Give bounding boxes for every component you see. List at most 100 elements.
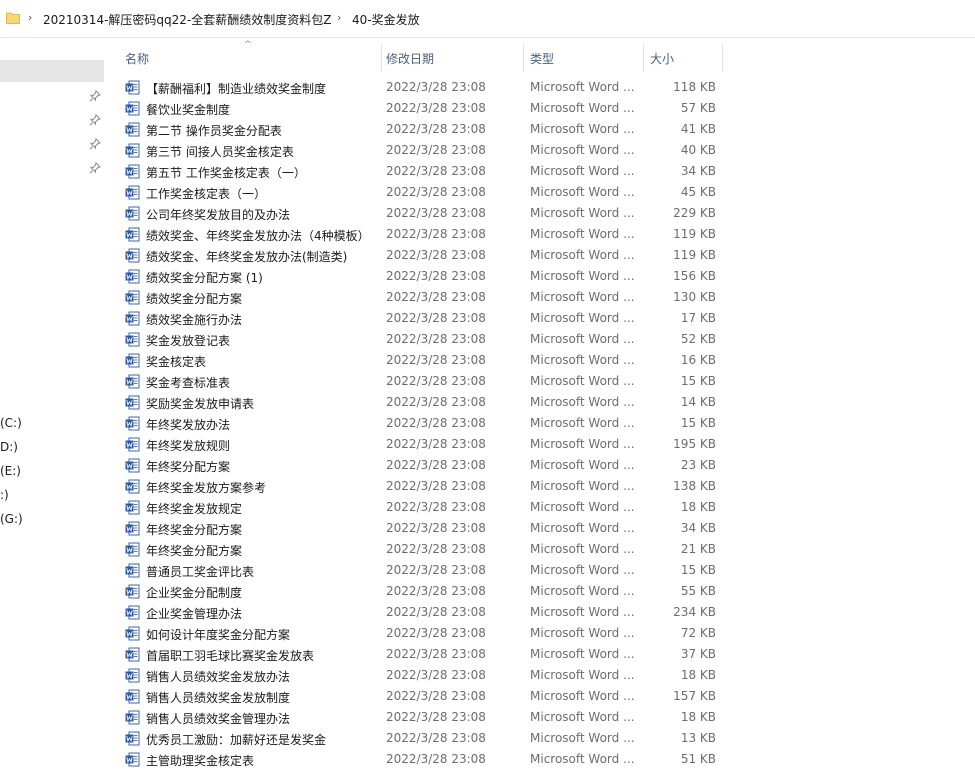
file-row[interactable]: 年终奖金发放规定 2022/3/28 23:08 Microsoft Word ..… [120,497,722,518]
column-divider[interactable] [643,44,644,72]
file-type: Microsoft Word ... [530,248,635,262]
file-row[interactable]: 奖励奖金发放申请表 2022/3/28 23:08 Microsoft Word .… [120,392,722,413]
file-size: 18 KB [680,668,716,682]
file-name: 年终奖发放办法 [146,418,231,432]
file-date: 2022/3/28 23:08 [386,731,486,745]
nav-item-selected[interactable] [0,60,104,82]
file-size: 16 KB [680,353,716,367]
file-name: 主管助理奖金核定表 [146,754,255,768]
file-list-pane: ^ 名称 修改日期 类型 大小 【薪酬福利】制造业绩效奖金制度 2022/3/28… [104,38,975,780]
file-type: Microsoft Word ... [530,647,635,661]
file-name: 【薪酬福利】制造业绩效奖金制度 [146,82,327,96]
file-row[interactable]: 第五节 工作奖金核定表（一） 2022/3/28 23:08 Microsoft W… [120,161,722,182]
file-row[interactable]: 年终奖发放办法 2022/3/28 23:08 Microsoft Word ...… [120,413,722,434]
file-row[interactable]: 年终奖金分配方案 2022/3/28 23:08 Microsoft Word ..… [120,539,722,560]
file-size: 37 KB [680,647,716,661]
file-type: Microsoft Word ... [530,395,635,409]
file-row[interactable]: 优秀员工激励：加薪好还是发奖金 2022/3/28 23:08 Microsoft … [120,728,722,749]
file-date: 2022/3/28 23:08 [386,479,486,493]
address-bar[interactable]: › 20210314-解压密码qq22-全套薪酬绩效制度资料包Z › 40-奖金… [0,0,975,38]
file-row[interactable]: 如何设计年度奖金分配方案 2022/3/28 23:08 Microsoft Wor… [120,623,722,644]
file-row[interactable]: 工作奖金核定表（一） 2022/3/28 23:08 Microsoft Word … [120,182,722,203]
file-name: 年终奖发放规则 [146,439,231,453]
file-size: 15 KB [680,416,716,430]
file-row[interactable]: 公司年终奖发放目的及办法 2022/3/28 23:08 Microsoft Wor… [120,203,722,224]
word-document-icon [125,290,140,305]
file-row[interactable]: 年终奖金分配方案 2022/3/28 23:08 Microsoft Word ..… [120,518,722,539]
file-name: 企业奖金管理办法 [146,607,243,621]
file-type: Microsoft Word ... [530,479,635,493]
column-header-date[interactable]: 修改日期 [386,50,434,67]
file-row[interactable]: 年终奖发放规则 2022/3/28 23:08 Microsoft Word ...… [120,434,722,455]
file-name: 普通员工奖金评比表 [146,565,255,579]
file-row[interactable]: 第三节 间接人员奖金核定表 2022/3/28 23:08 Microsoft Wo… [120,140,722,161]
breadcrumb-item-current[interactable]: 40-奖金发放 [352,11,420,28]
file-type: Microsoft Word ... [530,332,635,346]
word-document-icon [125,689,140,704]
pin-icon[interactable] [89,162,101,174]
file-name: 年终奖金发放方案参考 [146,481,267,495]
file-name: 首届职工羽毛球比赛奖金发放表 [146,649,315,663]
nav-drive-e[interactable]: (E:) [0,464,21,478]
word-document-icon [125,164,140,179]
word-document-icon [125,185,140,200]
column-divider[interactable] [722,44,723,72]
file-row[interactable]: 销售人员绩效奖金管理办法 2022/3/28 23:08 Microsoft Wor… [120,707,722,728]
file-name: 奖金发放登记表 [146,334,231,348]
file-size: 18 KB [680,500,716,514]
column-header-name[interactable]: 名称 [125,50,149,67]
file-row[interactable]: 绩效奖金施行办法 2022/3/28 23:08 Microsoft Word ..… [120,308,722,329]
file-row[interactable]: 绩效奖金、年终奖金发放办法(制造类) 2022/3/28 23:08 Microso… [120,245,722,266]
file-type: Microsoft Word ... [530,437,635,451]
pin-icon[interactable] [89,90,101,102]
file-type: Microsoft Word ... [530,143,635,157]
nav-drive-g[interactable]: (G:) [0,512,23,526]
column-header-size[interactable]: 大小 [650,50,674,67]
file-row[interactable]: 年终奖分配方案 2022/3/28 23:08 Microsoft Word ...… [120,455,722,476]
file-size: 57 KB [680,101,716,115]
file-type: Microsoft Word ... [530,500,635,514]
file-size: 34 KB [680,521,716,535]
file-name: 工作奖金核定表（一） [146,187,267,201]
word-document-icon [125,269,140,284]
file-row[interactable]: 绩效奖金分配方案 2022/3/28 23:08 Microsoft Word ..… [120,287,722,308]
file-size: 229 KB [673,206,716,220]
breadcrumb-item-parent[interactable]: 20210314-解压密码qq22-全套薪酬绩效制度资料包Z [43,11,331,28]
chevron-right-icon[interactable]: › [28,11,32,24]
file-row[interactable]: 企业奖金分配制度 2022/3/28 23:08 Microsoft Word ..… [120,581,722,602]
file-row[interactable]: 销售人员绩效奖金发放制度 2022/3/28 23:08 Microsoft Wor… [120,686,722,707]
file-row[interactable]: 绩效奖金分配方案 (1) 2022/3/28 23:08 Microsoft Wor… [120,266,722,287]
column-divider[interactable] [523,44,524,72]
nav-drive-c[interactable]: (C:) [0,416,22,430]
file-name: 第三节 间接人员奖金核定表 [146,145,294,159]
file-row[interactable]: 年终奖金发放方案参考 2022/3/28 23:08 Microsoft Word … [120,476,722,497]
file-row[interactable]: 餐饮业奖金制度 2022/3/28 23:08 Microsoft Word ...… [120,98,722,119]
file-row[interactable]: 销售人员绩效奖金发放办法 2022/3/28 23:08 Microsoft Wor… [120,665,722,686]
file-size: 234 KB [673,605,716,619]
file-row[interactable]: 绩效奖金、年终奖金发放办法（4种模板） 2022/3/28 23:08 Micros… [120,224,722,245]
file-row[interactable]: 企业奖金管理办法 2022/3/28 23:08 Microsoft Word ..… [120,602,722,623]
sort-ascending-icon: ^ [244,40,252,50]
file-row[interactable]: 第二节 操作员奖金分配表 2022/3/28 23:08 Microsoft Wor… [120,119,722,140]
file-row[interactable]: 奖金考查标准表 2022/3/28 23:08 Microsoft Word ...… [120,371,722,392]
file-type: Microsoft Word ... [530,731,635,745]
nav-drive-d[interactable]: D:) [0,440,18,454]
file-type: Microsoft Word ... [530,563,635,577]
file-row[interactable]: 奖金核定表 2022/3/28 23:08 Microsoft Word ... 16… [120,350,722,371]
column-divider[interactable] [381,44,382,72]
pin-icon[interactable] [89,138,101,150]
pin-icon[interactable] [89,114,101,126]
file-size: 23 KB [680,458,716,472]
file-row[interactable]: 首届职工羽毛球比赛奖金发放表 2022/3/28 23:08 Microsoft W… [120,644,722,665]
file-row[interactable]: 【薪酬福利】制造业绩效奖金制度 2022/3/28 23:08 Microsoft … [120,77,722,98]
column-header-type[interactable]: 类型 [530,50,554,67]
nav-drive-f[interactable]: :) [0,488,9,502]
file-name: 第二节 操作员奖金分配表 [146,124,282,138]
file-date: 2022/3/28 23:08 [386,689,486,703]
file-size: 119 KB [673,227,716,241]
file-row[interactable]: 普通员工奖金评比表 2022/3/28 23:08 Microsoft Word .… [120,560,722,581]
chevron-right-icon[interactable]: › [337,11,341,24]
file-row[interactable]: 主管助理奖金核定表 2022/3/28 23:08 Microsoft Word .… [120,749,722,770]
word-document-icon [125,227,140,242]
file-row[interactable]: 奖金发放登记表 2022/3/28 23:08 Microsoft Word ...… [120,329,722,350]
